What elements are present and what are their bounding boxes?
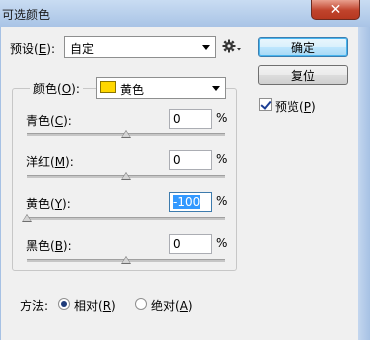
window-title: 可选颜色 [2,8,51,22]
yellow-slider-track[interactable] [27,217,225,220]
absolute-radio[interactable] [135,298,147,310]
method-label: 方法: [20,299,49,313]
close-button[interactable]: ✕ [311,0,360,20]
slider-label: 青色(C): [26,114,72,128]
cyan-slider-thumb[interactable] [121,130,131,138]
chevron-down-icon [202,45,210,50]
preview-label: 预览(P) [275,100,316,114]
window-frame-right [358,27,370,340]
black-input[interactable]: 0 [169,234,212,254]
colors-label: 颜色(O): [30,80,83,97]
colors-value: 黄色 [120,83,145,97]
percent-unit: % [216,111,228,125]
percent-unit: % [216,152,228,166]
absolute-label: 绝对(A) [151,299,193,313]
chevron-down-icon [212,86,220,91]
preset-value: 自定 [70,42,95,56]
preset-select[interactable]: 自定 [64,36,216,58]
gear-icon[interactable] [222,38,242,54]
cyan-input[interactable]: 0 [169,109,212,129]
yellow-input[interactable]: -100 [169,192,212,212]
color-swatch [100,81,116,93]
reset-button[interactable]: 复位 [258,65,348,85]
ok-button[interactable]: 确定 [258,37,348,57]
percent-unit: % [216,236,228,250]
relative-label: 相对(R) [74,299,116,313]
slider-label: 洋红(M): [26,155,74,169]
magenta-slider-thumb[interactable] [121,172,131,180]
window-frame-left [0,27,1,340]
slider-label: 黄色(Y): [26,197,71,211]
black-slider-thumb[interactable] [121,256,131,264]
close-icon: ✕ [329,1,342,18]
yellow-slider-thumb[interactable] [22,214,32,222]
yellow-input-value: -100 [173,195,201,209]
preview-checkbox[interactable] [259,98,272,111]
slider-label: 黑色(B): [26,239,72,253]
relative-radio[interactable] [58,298,70,310]
magenta-input[interactable]: 0 [169,150,212,170]
preset-label: 预设(E): [10,42,56,56]
percent-unit: % [216,194,228,208]
